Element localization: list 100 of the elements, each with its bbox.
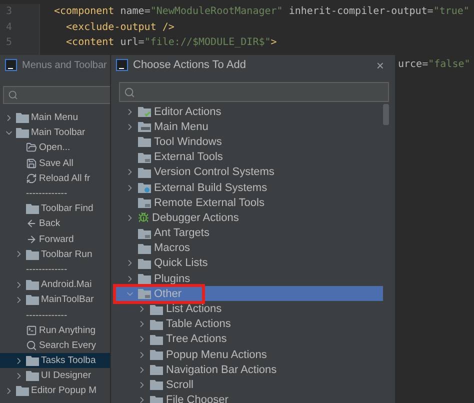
tree-item[interactable]: Tree Actions bbox=[113, 332, 383, 347]
tree-item[interactable]: Popup Menu Actions bbox=[113, 347, 383, 362]
folder-icon bbox=[16, 385, 29, 396]
code-line: urce="false" bbox=[398, 58, 472, 72]
bug-icon bbox=[138, 212, 149, 224]
tree-item[interactable]: ------------- bbox=[0, 262, 110, 278]
folder-badge-icon bbox=[138, 152, 151, 163]
code-line: <component name="NewModuleRootManager" inherit-compiler-output="true" bbox=[54, 5, 470, 19]
tree-item[interactable]: UI Designer bbox=[0, 368, 110, 384]
tree-item[interactable]: Editor Popup M bbox=[0, 383, 110, 399]
folder-icon bbox=[138, 242, 151, 254]
tree-item[interactable]: Main Menu bbox=[113, 119, 383, 134]
tree-item[interactable]: Toolbar Run bbox=[0, 246, 110, 262]
tree-item[interactable]: Reload All fr bbox=[0, 170, 110, 186]
search-icon bbox=[8, 90, 18, 100]
tree-item[interactable]: Main Menu bbox=[0, 110, 110, 126]
app-icon bbox=[116, 59, 128, 71]
tree-item[interactable]: Scroll bbox=[113, 377, 383, 393]
tree-item-label: UI Designer bbox=[41, 370, 92, 382]
search-field[interactable] bbox=[119, 82, 389, 102]
window-title: Choose Actions To Add bbox=[133, 59, 246, 71]
tree-item[interactable]: File Chooser bbox=[113, 392, 383, 403]
tree-item[interactable]: External Tools bbox=[113, 150, 383, 165]
folder-badge-icon bbox=[138, 121, 151, 132]
reload-icon bbox=[26, 172, 37, 184]
tree-item[interactable]: ------------- bbox=[0, 307, 110, 323]
folder-badge-icon bbox=[138, 182, 151, 194]
tree-item[interactable]: Save All bbox=[0, 156, 110, 171]
tree-item[interactable]: MainToolBar bbox=[0, 292, 110, 308]
tree-item-label: Macros bbox=[154, 242, 190, 254]
tree-item[interactable]: Forward bbox=[0, 232, 110, 247]
folder-icon bbox=[150, 364, 163, 376]
folder-icon bbox=[138, 136, 151, 148]
tree-item-label: Back bbox=[39, 218, 60, 230]
tree-item-label: Editor Popup M bbox=[31, 385, 96, 396]
tree-item[interactable]: Version Control Systems bbox=[113, 164, 383, 180]
folder-badge-icon bbox=[138, 197, 151, 208]
folder-icon bbox=[150, 318, 163, 330]
tree-item-label: Quick Lists bbox=[154, 257, 208, 270]
tree-item[interactable]: Toolbar Find bbox=[0, 201, 110, 216]
folder-icon bbox=[150, 349, 163, 360]
tree-item-label: Save All bbox=[39, 158, 74, 169]
tree-item[interactable]: Tool Windows bbox=[113, 134, 383, 150]
tree-item-label: Run Anything bbox=[39, 324, 96, 336]
tree-item[interactable]: Tasks Toolba bbox=[0, 353, 110, 368]
arrow-right-icon bbox=[26, 234, 37, 245]
tree-item[interactable]: Main Toolbar bbox=[0, 125, 110, 140]
tree-item[interactable]: Quick Lists bbox=[113, 256, 383, 272]
tree-item[interactable]: Run Anything bbox=[0, 322, 110, 338]
tree-item-label: Other bbox=[154, 288, 182, 300]
terminal-icon bbox=[26, 324, 37, 336]
tree-item-label: Navigation Bar Actions bbox=[166, 364, 277, 376]
close-button[interactable]: × bbox=[376, 58, 390, 72]
scrollbar-thumb[interactable] bbox=[383, 104, 389, 125]
search-icon bbox=[124, 86, 135, 98]
window-title: Menus and Toolbar bbox=[22, 60, 107, 70]
tree-item[interactable]: Table Actions bbox=[113, 316, 383, 332]
tree-item-label: Toolbar Find bbox=[41, 203, 94, 214]
tree-item[interactable]: Editor Actions bbox=[113, 104, 383, 120]
tree-item[interactable]: Plugins bbox=[113, 271, 383, 286]
tree-item[interactable]: Navigation Bar Actions bbox=[113, 362, 383, 378]
tree-item[interactable]: Debugger Actions bbox=[113, 210, 383, 226]
tree-item-label: Forward bbox=[39, 234, 74, 245]
tree-item[interactable]: Remote External Tools bbox=[113, 195, 383, 210]
tree-item-label: Ant Targets bbox=[154, 227, 210, 240]
arrow-left-icon bbox=[26, 218, 37, 230]
search-field[interactable] bbox=[3, 86, 110, 104]
tree-item[interactable]: Back bbox=[0, 216, 110, 232]
tree-item-label: Scroll bbox=[166, 378, 194, 391]
tree-item-label: Tool Windows bbox=[154, 136, 222, 148]
tree-item-label: Table Actions bbox=[166, 318, 231, 330]
folder-icon bbox=[26, 203, 39, 214]
tree-item[interactable]: Macros bbox=[113, 240, 383, 256]
app-icon bbox=[5, 59, 17, 71]
tree-item-label: Tasks Toolba bbox=[41, 355, 96, 366]
code-line: <exclude-output /> bbox=[65, 20, 176, 34]
folder-icon bbox=[150, 304, 163, 315]
tree-item[interactable]: Search Every bbox=[0, 338, 110, 353]
tree-item-label: Popup Menu Actions bbox=[166, 348, 267, 361]
search-icon bbox=[26, 340, 37, 351]
tree-item[interactable]: List Actions bbox=[113, 301, 383, 317]
folder-icon bbox=[26, 248, 39, 260]
tree-item[interactable]: Ant Targets bbox=[113, 226, 383, 241]
folder-badge-icon bbox=[138, 106, 151, 118]
separator-label: ------------- bbox=[26, 310, 68, 321]
folder-icon bbox=[150, 379, 163, 390]
tree-item-label: Editor Actions bbox=[154, 106, 222, 118]
save-icon bbox=[26, 158, 37, 169]
tree-item[interactable]: ------------- bbox=[0, 186, 110, 202]
tree-item[interactable]: Open... bbox=[0, 140, 110, 156]
tree-item-label: Main Menu bbox=[31, 112, 78, 124]
folder-icon bbox=[150, 334, 163, 345]
tree-item-label: Open... bbox=[39, 142, 70, 154]
tree-item[interactable]: Android.Mai bbox=[0, 277, 110, 292]
tree-item-label: Tree Actions bbox=[166, 333, 227, 346]
tree-item[interactable]: External Build Systems bbox=[113, 180, 383, 196]
separator-label: ------------- bbox=[26, 188, 68, 200]
folder-badge-icon bbox=[138, 288, 151, 300]
tree-item-label: Remote External Tools bbox=[154, 196, 264, 209]
folder-badge-icon bbox=[138, 228, 151, 239]
